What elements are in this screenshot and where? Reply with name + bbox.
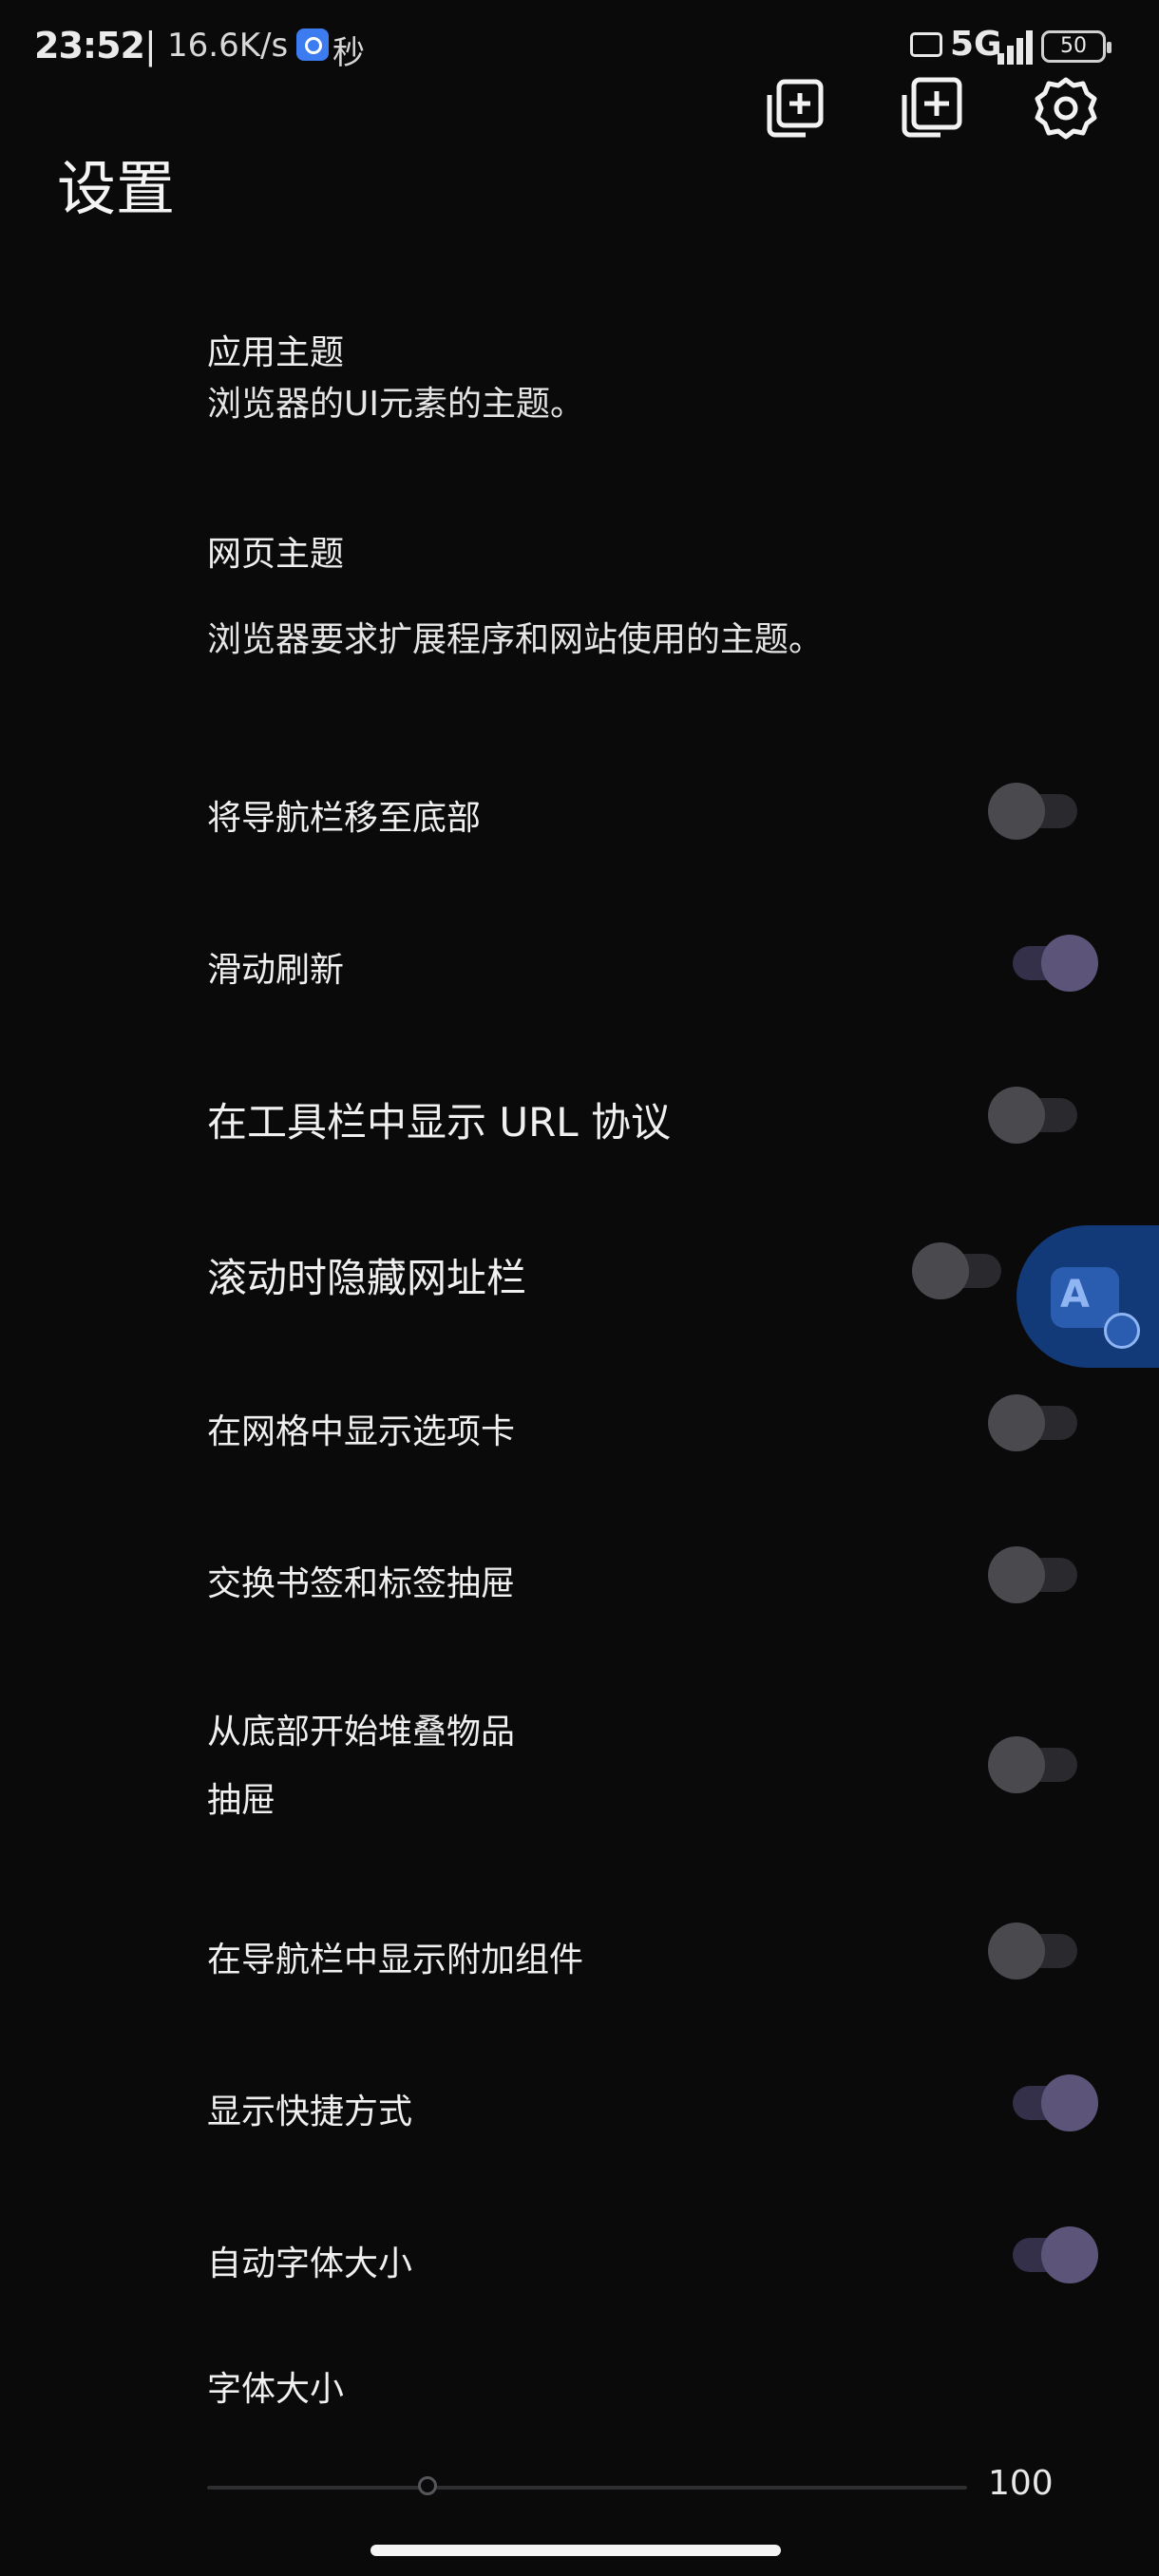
battery-level: 50 — [1060, 34, 1087, 58]
settings-gear-icon[interactable] — [1030, 72, 1102, 144]
setting-hide-urlbar[interactable]: 滚动时隐藏网址栏 — [0, 1229, 1159, 1315]
copy-tab-icon[interactable] — [756, 72, 828, 144]
setting-tabs-grid[interactable]: 在网格中显示选项卡 — [0, 1381, 1159, 1467]
slider-track — [207, 2486, 967, 2490]
show-url-protocol-switch[interactable] — [988, 1087, 1083, 1144]
setting-title: 在网格中显示选项卡 — [207, 1412, 516, 1451]
setting-title: 自动字体大小 — [207, 2245, 413, 2283]
font-size-slider[interactable] — [207, 2473, 967, 2502]
setting-auto-font-size[interactable]: 自动字体大小 — [0, 2213, 1159, 2299]
navbar-addons-switch[interactable] — [988, 1923, 1083, 1979]
slider-thumb[interactable] — [418, 2476, 437, 2495]
translate-float-button[interactable]: A — [1016, 1225, 1159, 1368]
tabs-grid-switch[interactable] — [988, 1394, 1083, 1451]
setting-title: 在导航栏中显示附加组件 — [207, 1941, 584, 1979]
auto-font-size-switch[interactable] — [988, 2226, 1098, 2283]
setting-title: 在工具栏中显示 URL 协议 — [207, 1099, 672, 1146]
battery-icon: 50 — [1041, 30, 1112, 63]
swap-badge-icon — [1104, 1313, 1140, 1349]
new-tab-icon[interactable] — [895, 72, 967, 144]
setting-navbar-addons[interactable]: 在导航栏中显示附加组件 — [0, 1909, 1159, 1995]
status-separator: | — [144, 25, 157, 66]
setting-description: 浏览器的UI元素的主题。 — [207, 385, 584, 424]
setting-title: 滑动刷新 — [207, 951, 345, 990]
setting-title: 显示快捷方式 — [207, 2093, 413, 2131]
font-size-value: 100 — [988, 2464, 1054, 2503]
setting-title: 滚动时隐藏网址栏 — [207, 1255, 527, 1301]
settings-screen: 23:52 | 16.6K/s 秒 5G 50 设置 应用主题 浏览器的UI元素… — [0, 0, 1159, 2576]
setting-description: 浏览器要求扩展程序和网站使用的主题。 — [207, 620, 824, 659]
stack-from-bottom-switch[interactable] — [988, 1736, 1083, 1793]
swipe-refresh-switch[interactable] — [988, 935, 1098, 992]
show-shortcuts-switch[interactable] — [988, 2074, 1098, 2131]
setting-app-theme[interactable]: 应用主题 浏览器的UI元素的主题。 — [0, 313, 1159, 446]
navbar-bottom-switch[interactable] — [988, 783, 1083, 840]
setting-show-url-protocol[interactable]: 在工具栏中显示 URL 协议 — [0, 1073, 1159, 1159]
page-title: 设置 — [57, 154, 176, 223]
setting-web-theme[interactable]: 网页主题 浏览器要求扩展程序和网站使用的主题。 — [0, 522, 1159, 674]
signal-icon — [998, 27, 1036, 65]
setting-navbar-bottom[interactable]: 将导航栏移至底部 — [0, 769, 1159, 855]
notification-text: 秒 — [332, 34, 365, 72]
app-notification-icon — [296, 28, 329, 61]
network-speed: 16.6K/s — [167, 27, 289, 65]
setting-show-shortcuts[interactable]: 显示快捷方式 — [0, 2061, 1159, 2147]
network-type: 5G — [950, 25, 1002, 64]
message-icon — [910, 32, 942, 57]
status-bar: 23:52 | 16.6K/s 秒 5G 50 — [0, 0, 1159, 95]
setting-title: 将导航栏移至底部 — [207, 799, 482, 838]
status-time: 23:52 — [34, 25, 145, 66]
setting-swipe-refresh[interactable]: 滑动刷新 — [0, 921, 1159, 1007]
setting-title: 应用主题 — [207, 333, 345, 372]
setting-title-line2: 抽屉 — [207, 1781, 276, 1820]
setting-swap-drawers[interactable]: 交换书签和标签抽屉 — [0, 1533, 1159, 1619]
home-indicator[interactable] — [370, 2545, 781, 2556]
setting-stack-from-bottom[interactable]: 从底部开始堆叠物品 抽屉 — [0, 1691, 1159, 1843]
hide-urlbar-switch[interactable] — [912, 1242, 1007, 1299]
setting-title: 交换书签和标签抽屉 — [207, 1564, 516, 1603]
swap-drawers-switch[interactable] — [988, 1546, 1083, 1603]
setting-title-line1: 从底部开始堆叠物品 — [207, 1713, 516, 1752]
setting-font-size: 字体大小 — [0, 2361, 1159, 2418]
setting-title: 网页主题 — [207, 535, 345, 574]
setting-title: 字体大小 — [207, 2370, 345, 2409]
